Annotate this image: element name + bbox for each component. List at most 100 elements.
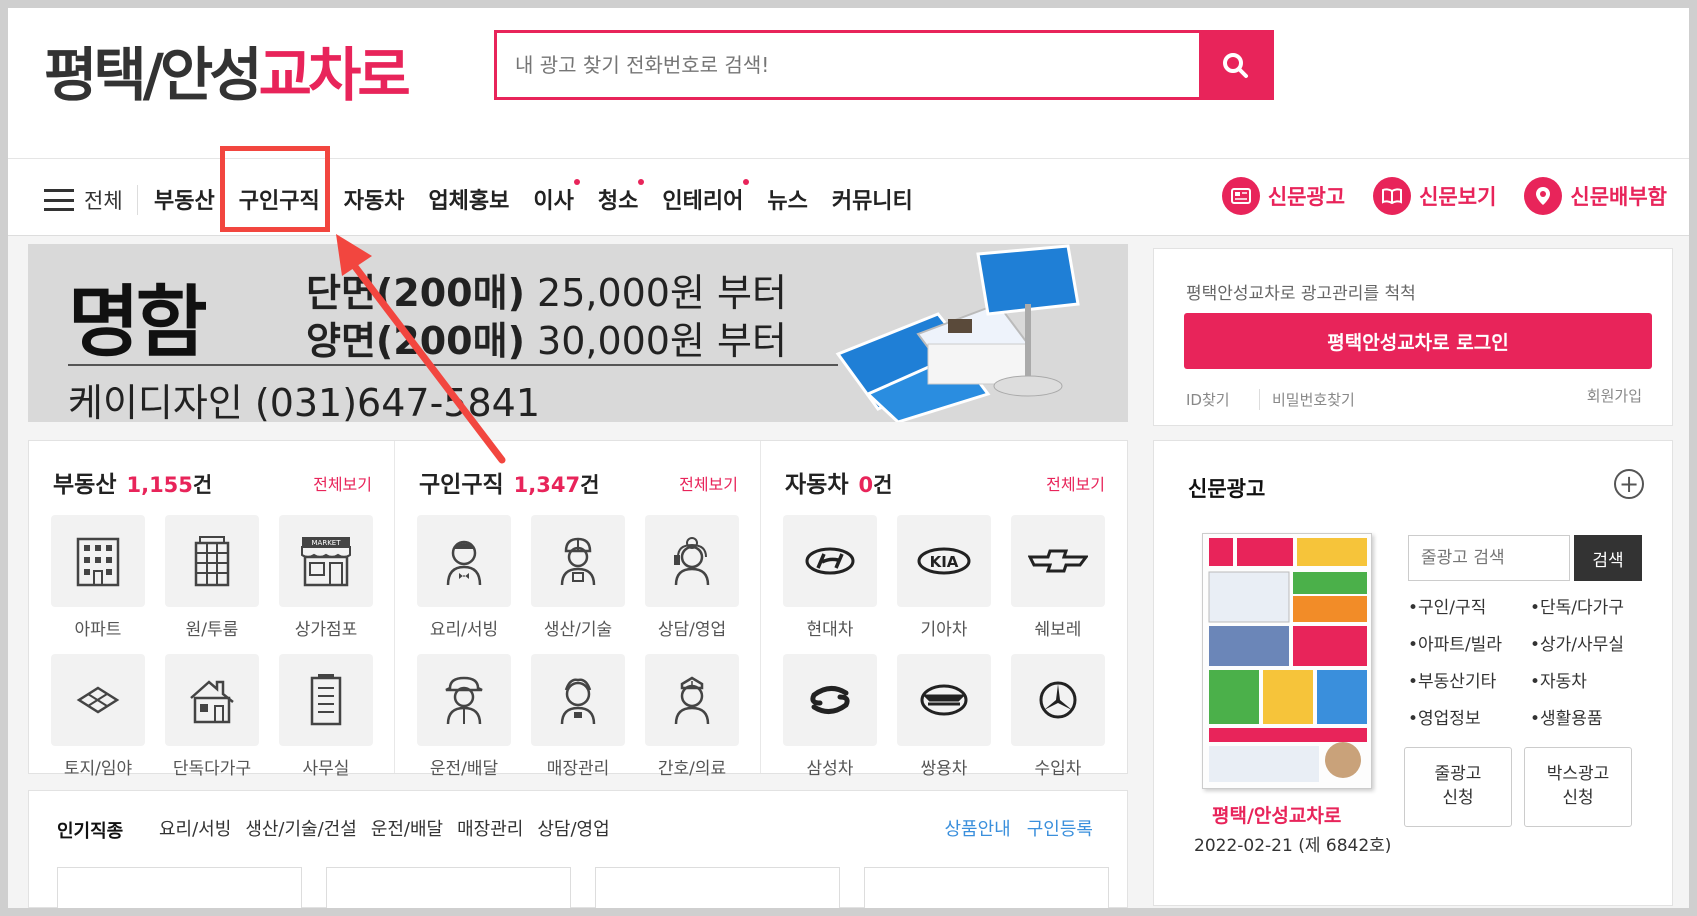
nav-item-realestate[interactable]: 부동산	[154, 183, 215, 215]
category-title: 부동산 1,155건	[53, 465, 212, 499]
nav-item-cars[interactable]: 자동차	[344, 183, 405, 215]
banner-line-2: 양면(200매) 30,000원 부터	[306, 310, 787, 365]
nurse-icon	[674, 676, 710, 725]
tile-apartment[interactable]: 아파트	[51, 515, 145, 640]
tile-oneroom[interactable]: 원/투룸	[165, 515, 259, 640]
tile-land[interactable]: 토지/임야	[51, 654, 145, 779]
tile-label: 생산/기술	[543, 620, 613, 640]
tile-office[interactable]: 사무실	[279, 654, 373, 779]
newspaper-category-link[interactable]: •영업정보	[1408, 704, 1530, 729]
login-button[interactable]: 평택안성교차로 로그인	[1184, 313, 1652, 369]
popular-tag[interactable]: 생산/기술/건설	[245, 815, 357, 841]
find-password-link[interactable]: 비밀번호찾기	[1259, 389, 1355, 410]
tile-ssangyong[interactable]: 쌍용차	[897, 654, 991, 779]
tile-label: 현대차	[806, 620, 854, 640]
category-count: 0	[858, 473, 874, 497]
view-all-link[interactable]: 전체보기	[1046, 471, 1105, 495]
all-menu-button[interactable]: 전체	[44, 185, 138, 215]
listing-card[interactable]	[57, 867, 302, 908]
newspaper-view-link[interactable]: 신문보기	[1373, 177, 1496, 215]
new-dot	[638, 179, 645, 185]
tile-consulting[interactable]: 상담/영업	[645, 515, 739, 640]
nav-item-interior[interactable]: 인테리어	[662, 179, 750, 215]
login-tagline: 평택안성교차로 광고관리를 척척	[1186, 284, 1416, 304]
newspaper-heading: 신문광고	[1188, 477, 1266, 501]
tile-label: 요리/서빙	[429, 620, 499, 640]
newspaper-category-link[interactable]: •부동산기타	[1408, 667, 1530, 692]
listing-card[interactable]	[864, 867, 1109, 908]
plus-icon[interactable]: +	[1614, 469, 1644, 499]
nav-label: 인테리어	[662, 189, 744, 214]
new-dot	[573, 179, 580, 185]
nav-item-business[interactable]: 업체홍보	[428, 183, 509, 215]
tile-label: 단독다가구	[172, 759, 252, 779]
apartment-icon	[76, 537, 120, 587]
signup-link[interactable]: 회원가입	[1587, 385, 1642, 406]
nav-item-moving[interactable]: 이사	[533, 179, 580, 215]
site-logo[interactable]: 평택/안성교차로	[44, 28, 411, 112]
waiter-icon	[446, 540, 482, 586]
category-title-text: 자동차	[785, 472, 849, 498]
nav-label: 커뮤니티	[831, 189, 913, 214]
view-all-link[interactable]: 전체보기	[679, 471, 738, 495]
distribution-box-label: 신문배부함	[1570, 185, 1667, 209]
tile-samsung[interactable]: 삼성차	[783, 654, 877, 779]
product-info-link[interactable]: 상품안내	[945, 815, 1011, 841]
listing-card[interactable]	[326, 867, 571, 908]
tile-production[interactable]: 생산/기술	[531, 515, 625, 640]
nav-item-community[interactable]: 커뮤니티	[832, 183, 913, 215]
tile-driving[interactable]: 운전/배달	[417, 654, 511, 779]
tile-shop[interactable]: MARKET 상가점포	[279, 515, 373, 640]
tile-chevrolet[interactable]: 쉐보레	[1011, 515, 1105, 640]
popular-listing-cards	[57, 867, 1109, 908]
line-ad-search-button[interactable]: 검색	[1574, 535, 1642, 581]
search-button[interactable]	[1199, 33, 1271, 97]
tile-hyundai[interactable]: 현대차	[783, 515, 877, 640]
nav-item-news[interactable]: 뉴스	[767, 183, 807, 215]
tile-label: 원/투룸	[185, 620, 239, 640]
line-ad-search-input[interactable]	[1408, 535, 1570, 581]
business-card-ad-banner[interactable]: 명함 단면(200매) 25,000원 부터 양면(200매) 30,000원 …	[28, 244, 1128, 422]
newspaper-category-link[interactable]: •생활용품	[1530, 704, 1652, 729]
newspaper-ad-label: 신문광고	[1267, 185, 1346, 209]
tile-import[interactable]: 수입차	[1011, 654, 1105, 779]
search-input[interactable]	[515, 43, 1135, 87]
tile-store[interactable]: 매장관리	[531, 654, 625, 779]
svg-text:KIA: KIA	[930, 553, 959, 571]
category-count-unit: 건	[580, 473, 600, 497]
popular-tag[interactable]: 매장관리	[457, 815, 523, 841]
newspaper-thumbnail[interactable]	[1202, 533, 1372, 789]
view-all-link[interactable]: 전체보기	[313, 471, 372, 495]
tile-house[interactable]: 단독다가구	[165, 654, 259, 779]
store-manager-icon	[560, 678, 596, 725]
box-ad-apply-button[interactable]: 박스광고 신청	[1524, 747, 1632, 827]
house-icon	[190, 680, 234, 724]
job-register-link[interactable]: 구인등록	[1027, 815, 1093, 841]
distribution-box-link[interactable]: 신문배부함	[1524, 177, 1667, 215]
category-title-text: 구인구직	[419, 472, 504, 498]
tile-kia[interactable]: KIA 기아차	[897, 515, 991, 640]
find-id-link[interactable]: ID찾기	[1186, 389, 1230, 410]
newspaper-category-link[interactable]: •아파트/빌라	[1408, 630, 1530, 655]
popular-tag[interactable]: 운전/배달	[371, 815, 443, 841]
tile-cooking[interactable]: 요리/서빙	[417, 515, 511, 640]
nav-label: 청소	[597, 189, 639, 214]
popular-tag[interactable]: 상담/영업	[537, 815, 609, 841]
newspaper-category-link[interactable]: •단독/다가구	[1530, 593, 1652, 618]
nav-label: 이사	[533, 189, 574, 214]
newspaper-ad-link[interactable]: 신문광고	[1221, 177, 1346, 215]
popular-heading: 인기직종	[57, 821, 124, 842]
newspaper-category-link[interactable]: •상가/사무실	[1530, 630, 1652, 655]
newspaper-category-link[interactable]: •구인/구직	[1408, 593, 1530, 618]
listing-card[interactable]	[595, 867, 840, 908]
category-jobs: 구인구직 1,347건 전체보기 요리/서빙 생산/기술 상담/영업 운전/배달 …	[395, 441, 761, 779]
newspaper-name: 평택/안성교차로	[1212, 805, 1342, 827]
line-ad-apply-button[interactable]: 줄광고 신청	[1404, 747, 1512, 827]
nav-item-cleaning[interactable]: 청소	[597, 179, 645, 215]
popular-tags: 요리/서빙 생산/기술/건설 운전/배달 매장관리 상담/영업	[159, 815, 610, 841]
popular-actions: 상품안내 구인등록	[945, 815, 1094, 841]
popular-tag[interactable]: 요리/서빙	[159, 815, 231, 841]
newspaper-category-link[interactable]: •자동차	[1530, 667, 1652, 692]
tile-nursing[interactable]: 간호/의료	[645, 654, 739, 779]
nav-label: 자동차	[343, 189, 405, 214]
